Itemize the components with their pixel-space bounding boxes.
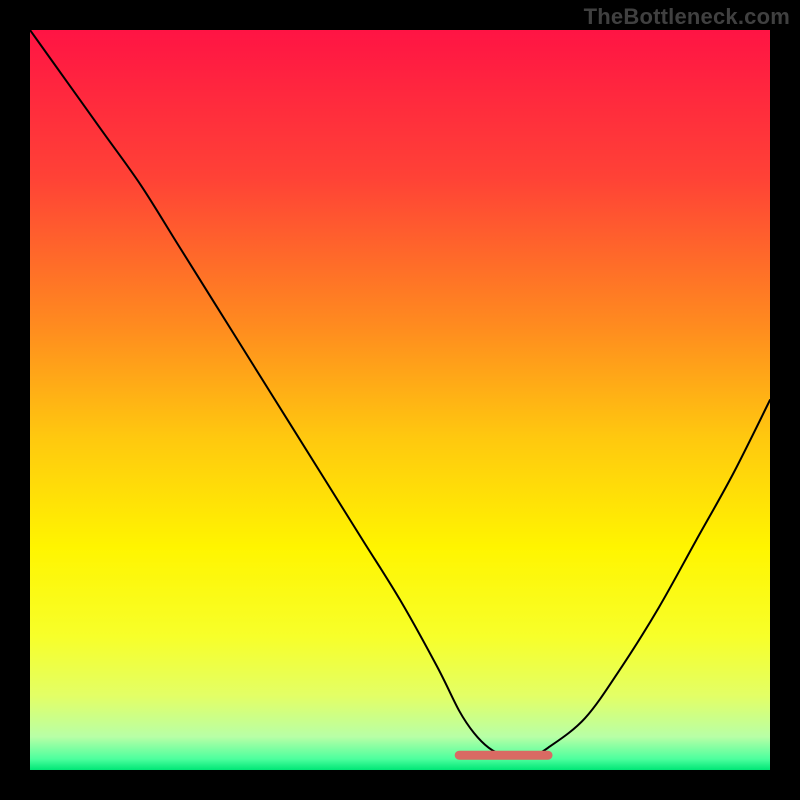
gradient-background [30,30,770,770]
watermark-text: TheBottleneck.com [584,4,790,30]
bottleneck-chart [30,30,770,770]
